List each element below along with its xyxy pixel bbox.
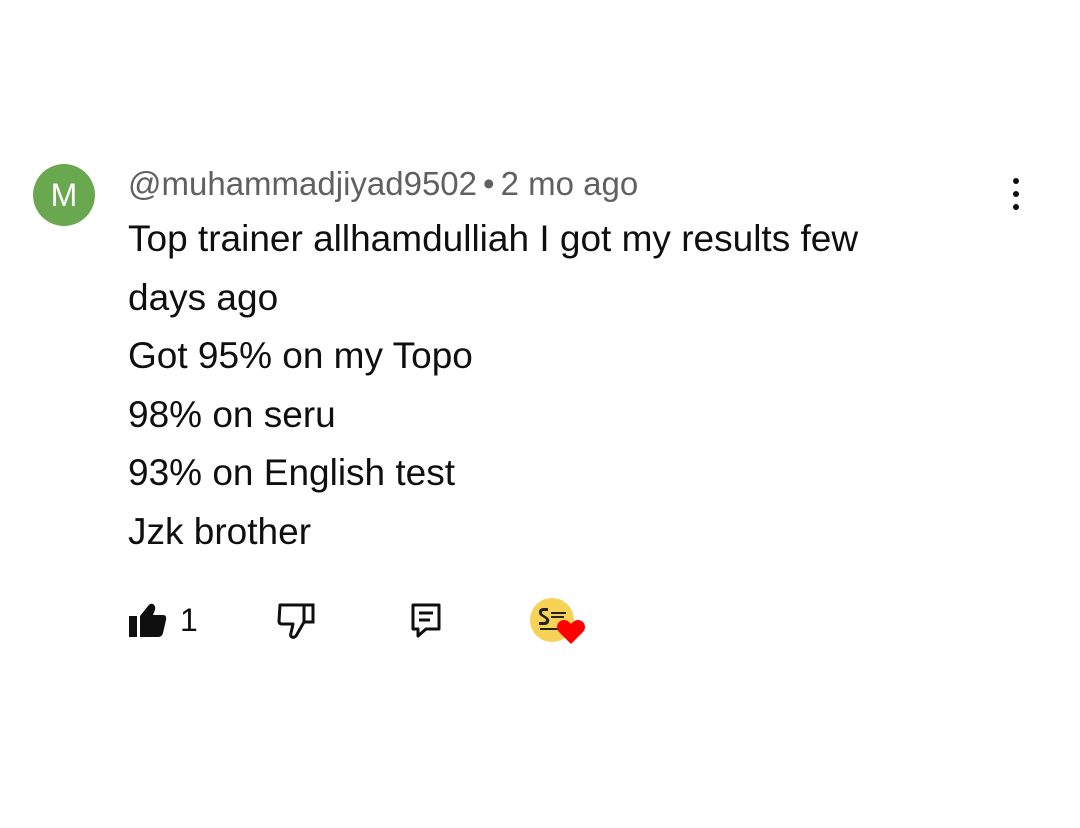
comment-line: Got 95% on my Topo <box>128 335 473 376</box>
kebab-dot <box>1013 178 1019 184</box>
timestamp[interactable]: 2 mo ago <box>501 165 639 202</box>
username[interactable]: @muhammadjiyad9502 <box>128 165 477 202</box>
comment-line: Top trainer allhamdulliah I got my resul… <box>128 218 859 259</box>
like-button[interactable] <box>128 602 168 638</box>
comment-thread-item: M @muhammadjiyad9502 • 2 mo ago Top traine… <box>0 0 1080 828</box>
comment-line: 98% on seru <box>128 393 336 435</box>
thumb-down-outline-icon <box>277 603 315 639</box>
comment-line: 93% on English test <box>128 452 456 493</box>
avatar-letter: M <box>50 176 78 213</box>
creator-heart <box>530 596 590 648</box>
kebab-dot <box>1013 191 1019 197</box>
comment-header: @muhammadjiyad9502 • 2 mo ago <box>128 162 638 206</box>
avatar[interactable]: M <box>33 164 95 226</box>
like-count: 1 <box>180 602 198 638</box>
comment-line: days ago <box>128 276 279 318</box>
comment-reply-icon <box>411 603 441 638</box>
more-vert-icon[interactable] <box>996 172 1036 216</box>
separator-dot: • <box>483 165 495 202</box>
creator-heart-icon <box>557 620 585 644</box>
kebab-dot <box>1013 204 1019 210</box>
reply-button[interactable] <box>410 602 442 638</box>
comment-text: Top trainer allhamdulliah I got my resul… <box>128 210 988 561</box>
dislike-button[interactable] <box>276 600 316 640</box>
comment-line: Jzk brother <box>128 510 312 552</box>
thumb-up-filled-icon <box>129 603 167 637</box>
